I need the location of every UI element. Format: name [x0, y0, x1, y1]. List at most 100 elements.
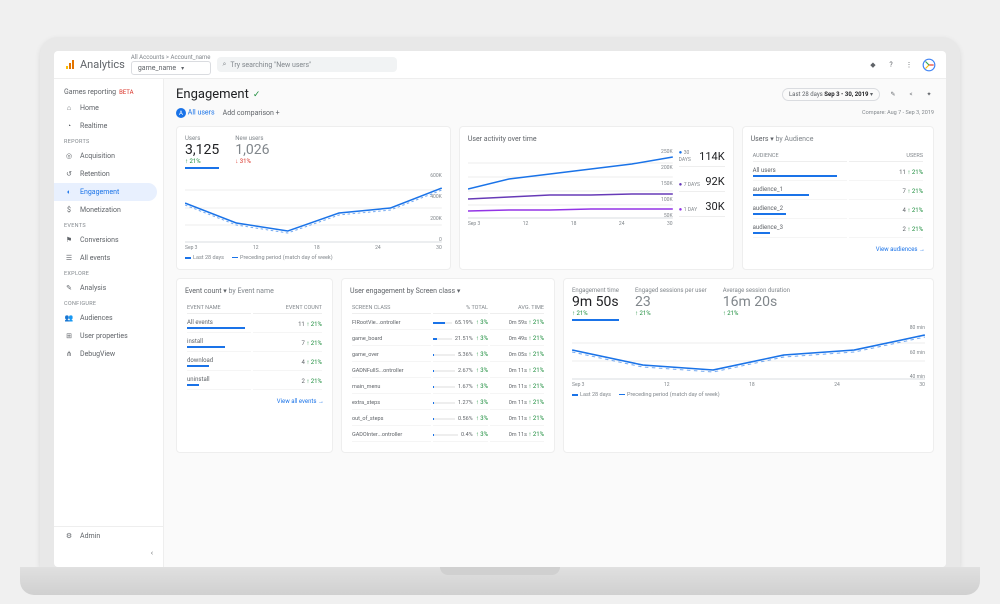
sidebar-collapse[interactable]: ‹ — [54, 545, 163, 561]
sidebar-cat-reports: REPORTS — [54, 135, 163, 147]
retention-icon: ↺ — [64, 169, 74, 179]
breadcrumb[interactable]: All Accounts > Account_name — [131, 54, 211, 61]
sidebar-item-engagement[interactable]: ◐Engagement — [54, 183, 157, 201]
date-range-selector[interactable]: Last 28 days Sep 3 - 30, 2019 ▾ — [782, 88, 880, 101]
search-input[interactable]: ⌕ Try searching "New users" — [217, 57, 397, 72]
diamond-icon[interactable]: ◆ — [868, 60, 878, 70]
events-table: EVENT NAMEEVENT COUNT All events11 ↑ 21%… — [185, 301, 324, 392]
activity-30day: ● 30 DAYS114K — [679, 149, 725, 167]
table-row[interactable]: out_of_steps0.56% ↑ 3%0m 11s ↑ 21% — [352, 412, 544, 426]
table-row[interactable]: All users11 ↑ 21% — [753, 164, 923, 181]
product-logo[interactable]: Analytics — [64, 58, 125, 71]
add-comparison-button[interactable]: Add comparison + — [223, 109, 280, 117]
beta-badge: BETA — [119, 89, 133, 96]
debug-icon: ⋔ — [64, 349, 74, 359]
card-engagement-time: Engagement time9m 50s↑ 21% Engaged sessi… — [563, 278, 934, 453]
sidebar-section-head: Games reporting BETA — [54, 85, 163, 99]
share-icon[interactable]: < — [906, 90, 916, 100]
metric-sessions-per-user[interactable]: Engaged sessions per user23↑ 21% — [635, 287, 707, 321]
card-users: Users 3,125 ↑ 21% New users 1,026 ↓ 31% … — [176, 126, 451, 270]
table-row[interactable]: download4 ↑ 21% — [187, 354, 322, 371]
clock-icon: ◔ — [64, 121, 74, 131]
target-icon: ◎ — [64, 151, 74, 161]
sidebar-item-retention[interactable]: ↺Retention — [54, 165, 163, 183]
activity-1day: ● 1 DAY30K — [679, 200, 725, 217]
card-activity: User activity over time 250K200K150K100K… — [459, 126, 734, 270]
people-icon: 👥 — [64, 313, 74, 323]
gear-icon: ⚙ — [64, 531, 74, 541]
table-row[interactable]: GADNFullS...ontroller2.67% ↑ 3%0m 11s ↑ … — [352, 364, 544, 378]
sidebar-item-all-events[interactable]: ☰All events — [54, 249, 163, 267]
table-row[interactable]: audience_24 ↑ 21% — [753, 202, 923, 219]
engagement-icon: ◐ — [64, 187, 74, 197]
property-selector[interactable]: game_name▾ — [131, 61, 211, 75]
sidebar-item-admin[interactable]: ⚙Admin — [54, 527, 163, 545]
sidebar-item-conversions[interactable]: ⚑Conversions — [54, 231, 163, 249]
chart-legend: Last 28 daysPreceding period (match day … — [185, 255, 442, 261]
home-icon: ⌂ — [64, 103, 74, 113]
view-events-link[interactable]: View all events → — [185, 398, 324, 405]
sidebar-cat-configure: CONFIGURE — [54, 297, 163, 309]
activity-7day: ● 7 DAYS92K — [679, 175, 725, 192]
table-row[interactable]: game_board21.51% ↑ 3%0m 49s ↑ 21% — [352, 332, 544, 346]
insights-icon[interactable]: ✦ — [924, 90, 934, 100]
metric-avg-session[interactable]: Average session duration16m 20s↑ 21% — [723, 287, 790, 321]
top-bar: Analytics All Accounts > Account_name ga… — [54, 51, 946, 79]
table-row[interactable]: extra_steps1.27% ↑ 3%0m 11s ↑ 21% — [352, 396, 544, 410]
table-row[interactable]: game_over5.36% ↑ 3%0m 05s ↑ 21% — [352, 348, 544, 362]
sidebar-item-audiences[interactable]: 👥Audiences — [54, 309, 163, 327]
google-account-icon[interactable] — [922, 58, 936, 72]
analysis-icon: ✎ — [64, 283, 74, 293]
table-row[interactable]: All events11 ↑ 21% — [187, 316, 322, 333]
more-icon[interactable]: ⋮ — [904, 60, 914, 70]
chart-engagement-time: 80 min60 min40 min — [572, 325, 925, 380]
flag-icon: ⚑ — [64, 235, 74, 245]
table-row[interactable]: FIRootVie...ontroller65.19% ↑ 3%0m 59s ↑… — [352, 316, 544, 330]
card-audience: Users ▾ by Audience AUDIENCEUSERS All us… — [742, 126, 934, 270]
sidebar-item-home[interactable]: ⌂Home — [54, 99, 163, 117]
sidebar-item-acquisition[interactable]: ◎Acquisition — [54, 147, 163, 165]
search-placeholder: Try searching "New users" — [230, 61, 311, 69]
table-row[interactable]: install7 ↑ 21% — [187, 335, 322, 352]
sidebar-item-analysis[interactable]: ✎Analysis — [54, 279, 163, 297]
table-row[interactable]: audience_17 ↑ 21% — [753, 183, 923, 200]
customize-icon[interactable]: ✎ — [888, 90, 898, 100]
audience-table: AUDIENCEUSERS All users11 ↑ 21% audience… — [751, 149, 925, 240]
table-row[interactable]: uninstall2 ↑ 21% — [187, 373, 322, 390]
sidebar-cat-explore: EXPLORE — [54, 267, 163, 279]
sidebar-item-debugview[interactable]: ⋔DebugView — [54, 345, 163, 363]
card-screens: User engagement by Screen class ▾ SCREEN… — [341, 278, 555, 453]
compare-label: Compare: Aug 7 - Sep 3, 2019 — [862, 110, 934, 116]
user-chip-icon: A — [176, 108, 186, 118]
table-row[interactable]: GADOInter...ontroller0.4% ↑ 3%0m 11s ↑ 2… — [352, 428, 544, 442]
analytics-icon — [64, 59, 76, 71]
sidebar: Games reporting BETA ⌂Home ◔Realtime REP… — [54, 79, 164, 567]
metric-new-users[interactable]: New users 1,026 ↓ 31% — [235, 135, 269, 169]
card-events: Event count ▾ by Event name EVENT NAMEEV… — [176, 278, 333, 453]
sidebar-item-user-properties[interactable]: ⊞User properties — [54, 327, 163, 345]
props-icon: ⊞ — [64, 331, 74, 341]
screens-table: SCREEN CLASS% TOTALAVG. TIME FIRootVie..… — [350, 301, 546, 444]
help-icon[interactable]: ? — [886, 60, 896, 70]
sidebar-item-realtime[interactable]: ◔Realtime — [54, 117, 163, 135]
table-row[interactable]: audience_32 ↑ 21% — [753, 221, 923, 238]
page-title: Engagement✓ — [176, 87, 260, 102]
sidebar-cat-events: EVENTS — [54, 219, 163, 231]
sidebar-item-monetization[interactable]: $Monetization — [54, 201, 163, 219]
product-name: Analytics — [80, 58, 125, 71]
list-icon: ☰ — [64, 253, 74, 263]
verified-icon: ✓ — [253, 90, 261, 100]
search-icon: ⌕ — [223, 60, 227, 69]
view-audiences-link[interactable]: View audiences → — [751, 246, 925, 253]
chart-legend: Last 28 daysPreceding period (match day … — [572, 392, 925, 398]
all-users-chip[interactable]: A All users — [176, 108, 215, 118]
main-content: Engagement✓ Last 28 days Sep 3 - 30, 201… — [164, 79, 946, 567]
chart-users: 600K400K200K0 — [185, 173, 442, 243]
metric-eng-time[interactable]: Engagement time9m 50s↑ 21% — [572, 287, 619, 321]
chevron-down-icon: ▾ — [181, 65, 184, 72]
chevron-left-icon: ‹ — [151, 549, 153, 557]
metric-users[interactable]: Users 3,125 ↑ 21% — [185, 135, 219, 169]
table-row[interactable]: main_menu1.67% ↑ 3%0m 11s ↑ 21% — [352, 380, 544, 394]
chart-activity: 250K200K150K100K50K — [468, 149, 673, 219]
money-icon: $ — [64, 205, 74, 215]
